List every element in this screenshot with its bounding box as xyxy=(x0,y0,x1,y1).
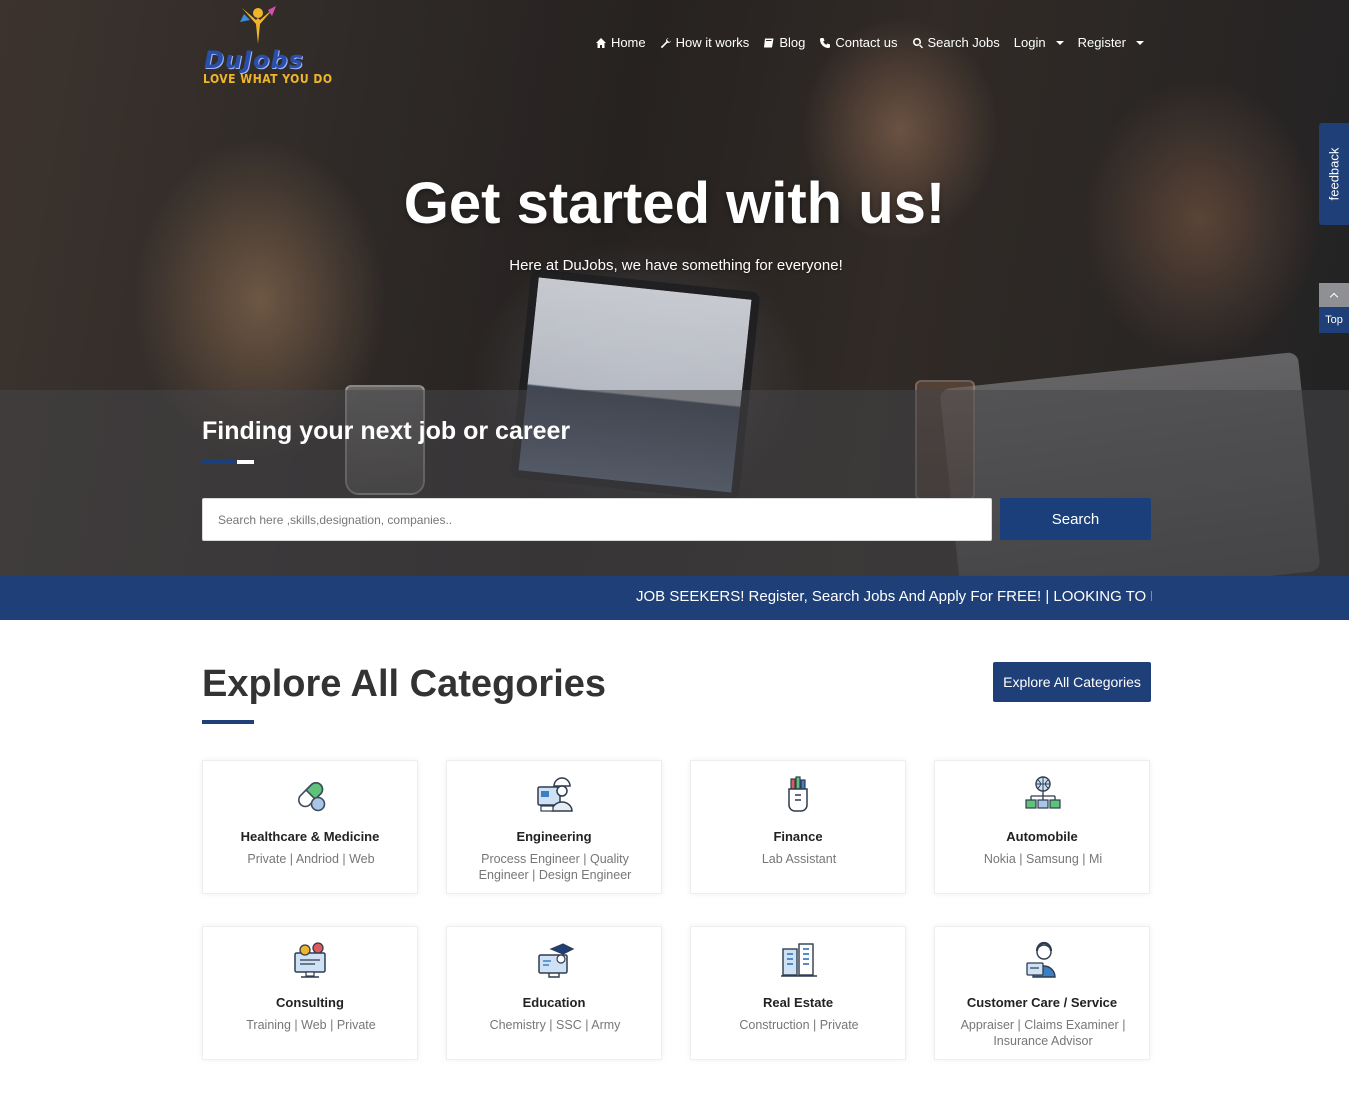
category-card-automobile[interactable]: Automobile Nokia | Samsung | Mi xyxy=(934,760,1150,894)
category-card-consulting[interactable]: Consulting Training | Web | Private xyxy=(202,926,418,1060)
search-icon xyxy=(912,37,923,48)
category-subtitle: Appraiser | Claims Examiner | Insurance … xyxy=(960,1018,1126,1048)
heading-underline-accent xyxy=(202,460,236,464)
wrench-icon xyxy=(660,37,671,48)
category-card-real-estate[interactable]: Real Estate Construction | Private xyxy=(690,926,906,1060)
nav-login-label: Login xyxy=(1013,35,1046,50)
category-title: Customer Care / Service xyxy=(966,995,1118,1010)
nav-search-jobs[interactable]: Search Jobs xyxy=(912,35,1000,50)
category-title: Engineering xyxy=(516,829,592,844)
explore-all-categories-button[interactable]: Explore All Categories xyxy=(993,662,1151,702)
category-card-engineering[interactable]: Engineering Process Engineer | Quality E… xyxy=(446,760,662,894)
search-input[interactable] xyxy=(202,498,992,541)
feedback-label: feedback xyxy=(1326,147,1342,201)
search-button[interactable]: Search xyxy=(1000,498,1151,540)
category-title: Automobile xyxy=(1006,829,1078,844)
phone-icon xyxy=(820,37,831,48)
nav-home-label: Home xyxy=(610,35,646,50)
category-card-customer-care[interactable]: Customer Care / Service Appraiser | Clai… xyxy=(934,926,1150,1060)
category-title: Consulting xyxy=(276,995,344,1010)
nav-search-jobs-label: Search Jobs xyxy=(927,35,1000,50)
category-subtitle: Construction | Private xyxy=(739,1018,859,1032)
ticker-viewport: JOB SEEKERS! Register, Search Jobs And A… xyxy=(636,576,1152,620)
categories-title-underline xyxy=(202,720,254,724)
back-to-top-button[interactable]: Top xyxy=(1319,283,1349,333)
announcement-ticker: JOB SEEKERS! Register, Search Jobs And A… xyxy=(0,576,1349,620)
nav-register-label: Register xyxy=(1077,35,1126,50)
finance-icon xyxy=(788,776,808,812)
category-title: Healthcare & Medicine xyxy=(240,829,380,844)
logo-star-icon xyxy=(240,6,276,44)
agent-icon xyxy=(1026,941,1056,978)
category-title: Finance xyxy=(773,829,823,844)
nav-how-it-works[interactable]: How it works xyxy=(660,35,750,50)
category-subtitle: Process Engineer | Quality Engineer | De… xyxy=(478,852,632,882)
logo-tagline: LOVE WHAT YOU DO xyxy=(203,72,333,86)
categories-title: Explore All Categories xyxy=(202,663,607,705)
category-card-education[interactable]: Education Chemistry | SSC | Army xyxy=(446,926,662,1060)
category-subtitle: Nokia | Samsung | Mi xyxy=(983,852,1103,866)
pill-icon xyxy=(298,782,326,812)
back-to-top-label: Top xyxy=(1319,307,1349,333)
site-logo[interactable]: DuJobs LOVE WHAT YOU DO xyxy=(200,4,332,88)
graduation-icon xyxy=(538,943,575,978)
category-subtitle: Private | Andriod | Web xyxy=(247,852,375,866)
nav-how-it-works-label: How it works xyxy=(675,35,750,50)
logo-wordmark: DuJobs xyxy=(204,46,304,74)
monitor-gears-icon xyxy=(294,942,326,978)
hero-subtitle: Here at DuJobs, we have something for ev… xyxy=(509,257,843,274)
nav-contact[interactable]: Contact us xyxy=(819,35,898,50)
nav-blog-label: Blog xyxy=(779,35,806,50)
nav-contact-label: Contact us xyxy=(835,35,898,50)
category-subtitle: Training | Web | Private xyxy=(246,1018,376,1032)
main-nav: Home How it works Blog Contact us Search… xyxy=(595,35,1144,50)
category-card-healthcare[interactable]: Healthcare & Medicine Private | Andriod … xyxy=(202,760,418,894)
search-heading: Finding your next job or career xyxy=(202,417,571,445)
hero-title: Get started with us! xyxy=(403,171,946,236)
home-icon xyxy=(595,37,606,48)
feedback-tab[interactable]: feedback xyxy=(1319,123,1349,225)
nav-login-dropdown[interactable]: Login xyxy=(1014,35,1064,50)
category-title: Real Estate xyxy=(762,995,834,1010)
chevron-down-icon xyxy=(1136,40,1144,45)
category-subtitle: Chemistry | SSC | Army xyxy=(489,1018,621,1032)
ticker-text: JOB SEEKERS! Register, Search Jobs And A… xyxy=(636,588,1152,605)
book-icon xyxy=(764,38,774,47)
building-icon xyxy=(781,943,817,977)
chevron-down-icon xyxy=(1055,40,1064,45)
heading-underline-light xyxy=(237,460,254,464)
chevron-up-icon xyxy=(1319,283,1349,307)
nav-register-dropdown[interactable]: Register xyxy=(1078,35,1144,50)
nav-blog[interactable]: Blog xyxy=(763,35,805,50)
category-title: Education xyxy=(522,995,586,1010)
nav-home[interactable]: Home xyxy=(595,35,646,50)
category-subtitle: Lab Assistant xyxy=(761,852,837,866)
category-card-finance[interactable]: Finance Lab Assistant xyxy=(690,760,906,894)
engineer-icon xyxy=(537,777,573,812)
network-icon xyxy=(1025,776,1061,809)
